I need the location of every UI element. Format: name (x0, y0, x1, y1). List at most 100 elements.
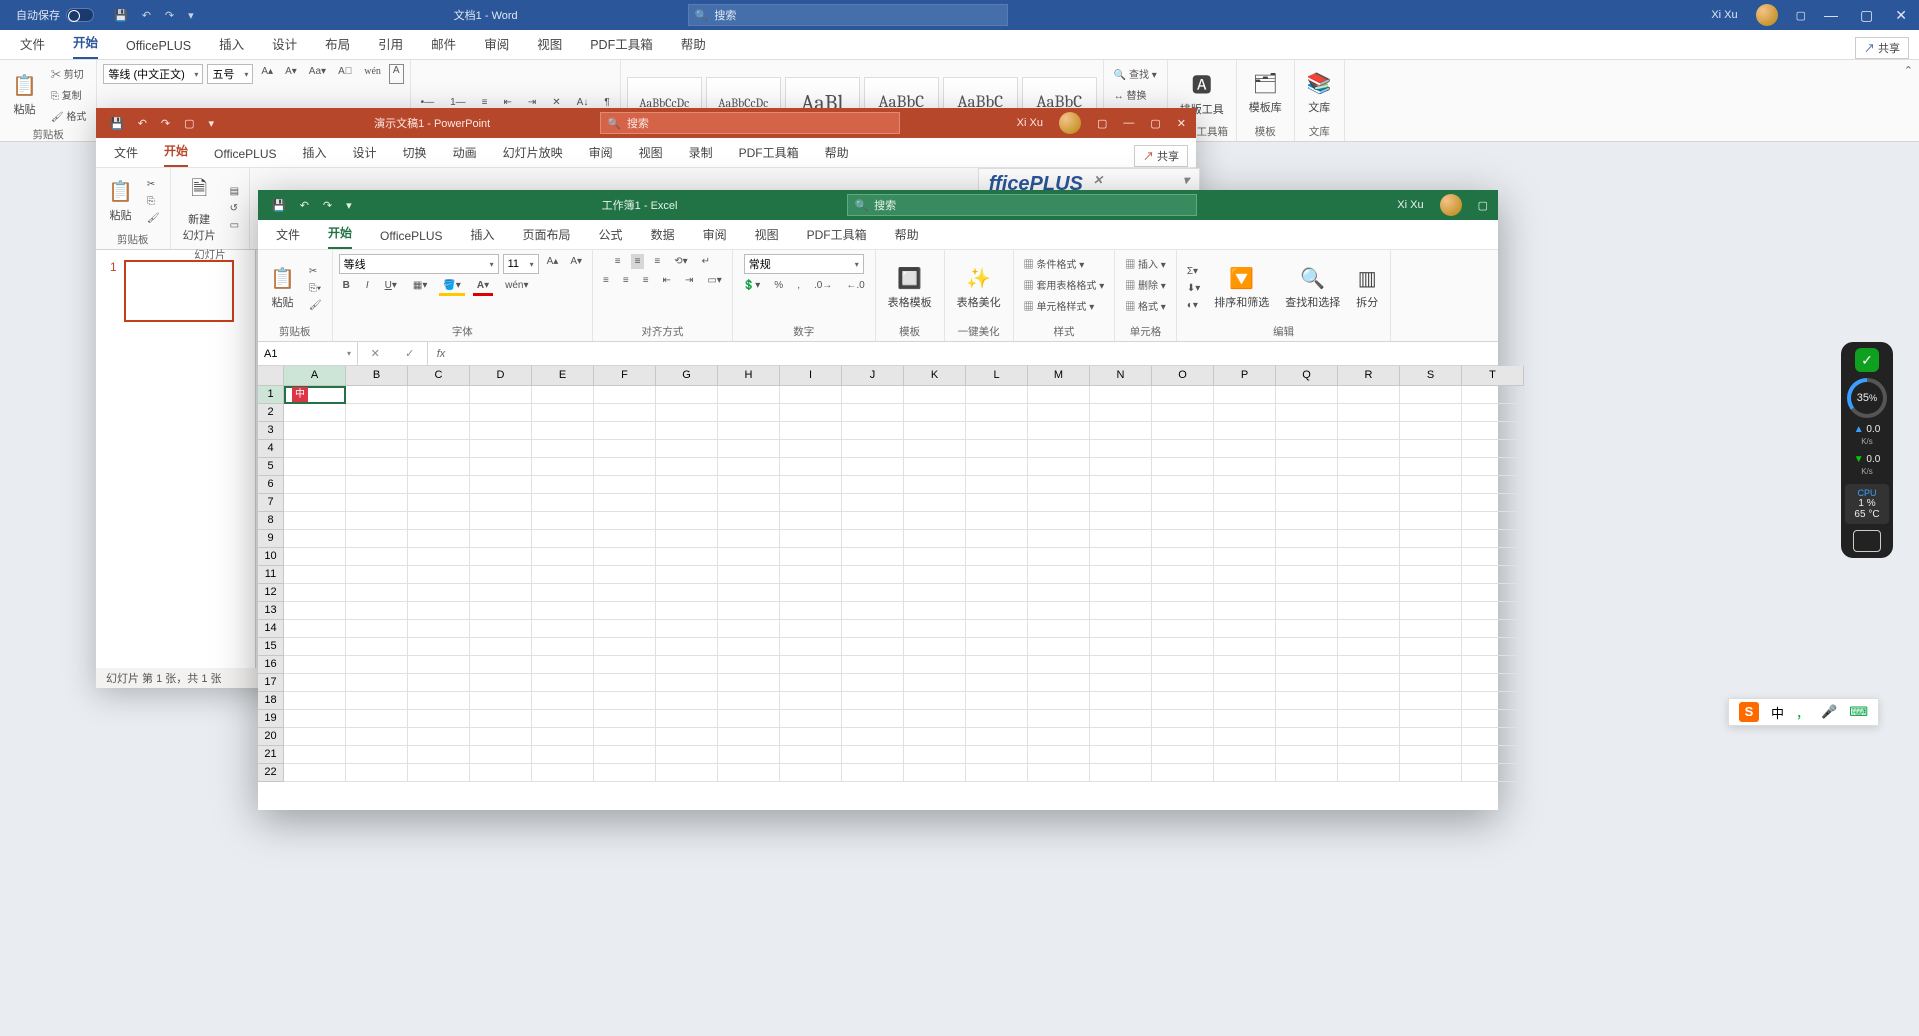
cell[interactable] (1028, 440, 1090, 458)
cell[interactable] (408, 566, 470, 584)
cell[interactable] (408, 440, 470, 458)
cell[interactable] (346, 674, 408, 692)
cell[interactable] (532, 476, 594, 494)
tab-officeplus[interactable]: OfficePLUS (380, 229, 442, 249)
cut-button[interactable]: ✂ (143, 177, 164, 192)
cell[interactable] (1090, 674, 1152, 692)
row-header-13[interactable]: 13 (258, 602, 284, 620)
cell[interactable] (656, 584, 718, 602)
cell[interactable] (594, 566, 656, 584)
autosave-toggle[interactable]: 自动保存 (16, 7, 94, 23)
font-size-combo[interactable]: 五号 (207, 64, 253, 84)
select-all-cell[interactable] (258, 366, 284, 386)
cell[interactable] (346, 458, 408, 476)
cell[interactable] (842, 728, 904, 746)
cell[interactable] (1276, 638, 1338, 656)
underline-button[interactable]: U▾ (381, 278, 401, 296)
cell[interactable] (284, 494, 346, 512)
cell[interactable] (408, 728, 470, 746)
cell[interactable] (594, 494, 656, 512)
cell[interactable] (284, 476, 346, 494)
cell[interactable] (470, 692, 532, 710)
cell[interactable] (1152, 656, 1214, 674)
cell[interactable] (1462, 458, 1524, 476)
cell[interactable] (1028, 728, 1090, 746)
cell[interactable] (780, 476, 842, 494)
save-icon[interactable]: 💾 (272, 199, 286, 212)
tab-file[interactable]: 文件 (276, 226, 300, 249)
cell[interactable] (1462, 440, 1524, 458)
cell[interactable] (718, 458, 780, 476)
cell[interactable] (1152, 746, 1214, 764)
cell[interactable] (1090, 458, 1152, 476)
cell[interactable] (1400, 512, 1462, 530)
cell[interactable] (470, 674, 532, 692)
tab-pdftools[interactable]: PDF工具箱 (590, 34, 653, 59)
cell[interactable] (718, 386, 780, 404)
cell[interactable] (718, 548, 780, 566)
cell[interactable] (1090, 710, 1152, 728)
cell[interactable] (966, 548, 1028, 566)
cell[interactable] (904, 746, 966, 764)
cell[interactable] (1462, 548, 1524, 566)
cell[interactable] (780, 584, 842, 602)
cell-style-button[interactable]: ▦ 单元格样式 ▾ (1020, 296, 1099, 315)
align-left-icon[interactable]: ≡ (599, 273, 613, 288)
cell[interactable] (1338, 476, 1400, 494)
cell[interactable] (1214, 512, 1276, 530)
cell[interactable] (1400, 746, 1462, 764)
cell[interactable] (718, 620, 780, 638)
cell[interactable] (284, 440, 346, 458)
cell[interactable] (1276, 692, 1338, 710)
cell[interactable] (966, 440, 1028, 458)
tab-animation[interactable]: 动画 (453, 144, 477, 167)
tab-help[interactable]: 帮助 (825, 144, 849, 167)
cell[interactable] (1400, 476, 1462, 494)
cell[interactable] (1276, 656, 1338, 674)
cell[interactable] (594, 584, 656, 602)
cell[interactable] (532, 404, 594, 422)
cell[interactable] (1400, 566, 1462, 584)
column-header-L[interactable]: L (966, 366, 1028, 386)
tab-file[interactable]: 文件 (20, 34, 45, 59)
cell[interactable] (1338, 602, 1400, 620)
column-header-A[interactable]: A (284, 366, 346, 386)
cell[interactable] (532, 710, 594, 728)
cell[interactable] (780, 440, 842, 458)
cell[interactable] (346, 386, 408, 404)
cell[interactable] (594, 512, 656, 530)
cell[interactable] (656, 566, 718, 584)
card-close-icon[interactable]: ✕ (1093, 173, 1103, 187)
cell[interactable] (1400, 620, 1462, 638)
cell[interactable] (656, 386, 718, 404)
accounting-format-icon[interactable]: 💲▾ (739, 278, 764, 293)
cell[interactable] (470, 386, 532, 404)
cell[interactable] (1028, 584, 1090, 602)
row-header-16[interactable]: 16 (258, 656, 284, 674)
cell[interactable] (1400, 638, 1462, 656)
cell[interactable] (1090, 620, 1152, 638)
ribbon-display-icon[interactable]: ▢ (1796, 9, 1806, 22)
cell[interactable] (1152, 728, 1214, 746)
row-header-22[interactable]: 22 (258, 764, 284, 782)
align-center-icon[interactable]: ≡ (619, 273, 633, 288)
column-header-H[interactable]: H (718, 366, 780, 386)
sort-filter-button[interactable]: 🔽排序和筛选 (1208, 264, 1275, 312)
cell[interactable] (1338, 566, 1400, 584)
cell[interactable] (656, 602, 718, 620)
cell[interactable] (1276, 422, 1338, 440)
cell[interactable] (842, 746, 904, 764)
cell[interactable] (904, 512, 966, 530)
cell[interactable] (532, 386, 594, 404)
cell[interactable] (408, 692, 470, 710)
cell[interactable] (780, 566, 842, 584)
cell[interactable] (1400, 728, 1462, 746)
shield-icon[interactable]: ✓ (1855, 348, 1879, 372)
cell[interactable] (594, 746, 656, 764)
collapse-ribbon-icon[interactable]: ⌃ (1898, 60, 1919, 141)
cell[interactable] (1462, 638, 1524, 656)
cell[interactable] (594, 692, 656, 710)
cell[interactable] (532, 458, 594, 476)
cell[interactable] (346, 584, 408, 602)
user-name[interactable]: Xi Xu (1397, 199, 1423, 211)
